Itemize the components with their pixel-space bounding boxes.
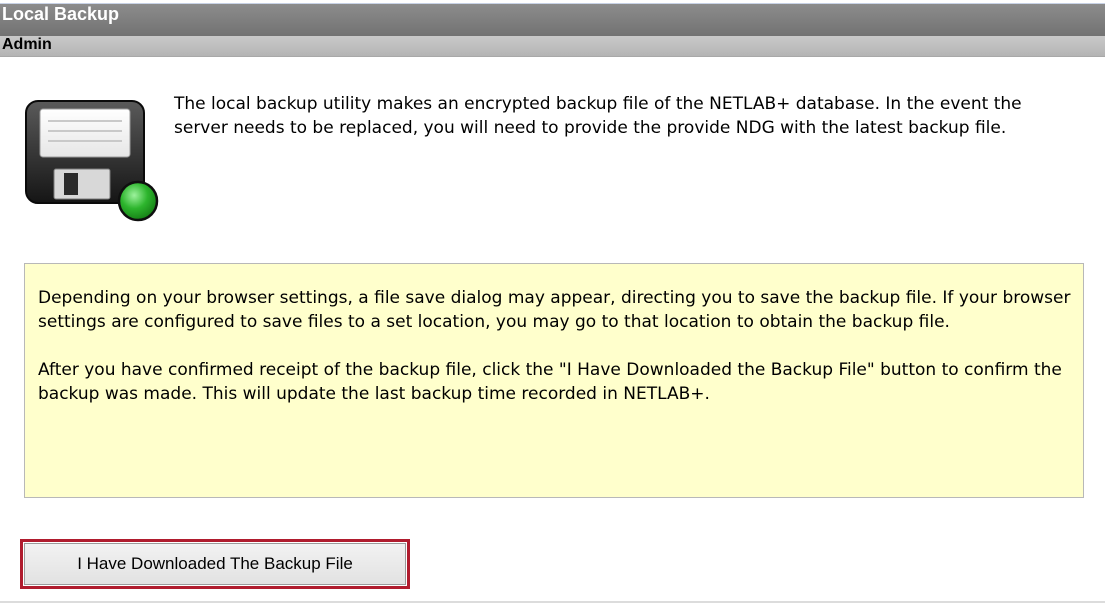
floppy-disk-icon (24, 99, 160, 225)
page-title: Local Backup (2, 4, 120, 24)
notice-box: Depending on your browser settings, a fi… (24, 263, 1084, 498)
subtitle-bar: Admin (0, 36, 1105, 57)
notice-paragraph-2: After you have confirmed receipt of the … (38, 360, 1062, 404)
title-bar: Local Backup (0, 4, 1105, 36)
page-subtitle: Admin (2, 36, 52, 53)
intro-text: The local backup utility makes an encryp… (174, 94, 1022, 138)
notice-paragraph-1: Depending on your browser settings, a fi… (38, 288, 1071, 332)
confirm-download-button[interactable]: I Have Downloaded The Backup File (24, 543, 406, 585)
